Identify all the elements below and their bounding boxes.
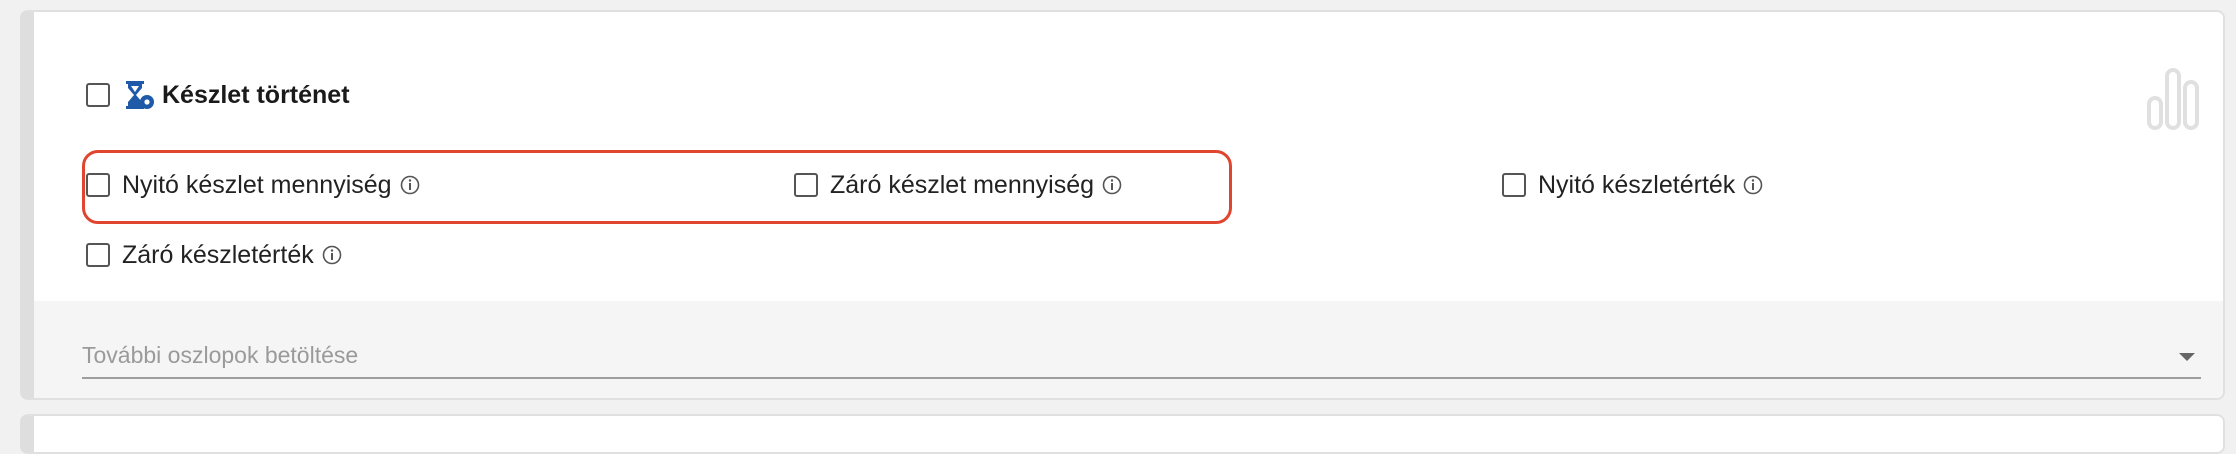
- info-icon[interactable]: [1743, 175, 1763, 195]
- opening-stock-quantity-checkbox[interactable]: [86, 173, 110, 197]
- opening-stock-value-checkbox[interactable]: [1502, 173, 1526, 197]
- info-icon[interactable]: [322, 245, 342, 265]
- load-columns-area: További oszlopok betöltése: [34, 301, 2223, 398]
- option-label: Nyitó készletérték: [1538, 170, 1736, 199]
- load-columns-placeholder: További oszlopok betöltése: [82, 341, 359, 368]
- section-header: Készlet történet: [86, 80, 350, 110]
- bar-chart-icon[interactable]: [2147, 64, 2201, 130]
- hourglass-gear-icon: [124, 80, 156, 110]
- dropdown-caret-icon[interactable]: [2179, 353, 2195, 361]
- info-icon[interactable]: [400, 175, 420, 195]
- option-opening-stock-quantity[interactable]: Nyitó készlet mennyiség: [86, 170, 420, 200]
- option-label: Záró készlet mennyiség: [830, 170, 1095, 199]
- closing-stock-value-checkbox[interactable]: [86, 243, 110, 267]
- option-label: Záró készletérték: [122, 240, 314, 269]
- option-label: Nyitó készlet mennyiség: [122, 170, 392, 199]
- closing-stock-quantity-checkbox[interactable]: [794, 173, 818, 197]
- section-title: Készlet történet: [162, 80, 350, 109]
- option-closing-stock-quantity[interactable]: Záró készlet mennyiség: [794, 170, 1122, 200]
- info-icon[interactable]: [1102, 175, 1122, 195]
- load-columns-select[interactable]: További oszlopok betöltése: [82, 337, 2201, 379]
- next-card: [20, 414, 2225, 454]
- option-closing-stock-value[interactable]: Záró készletérték: [86, 240, 342, 270]
- section-checkbox[interactable]: [86, 83, 110, 107]
- option-opening-stock-value[interactable]: Nyitó készletérték: [1502, 170, 1763, 200]
- stock-history-card: Készlet történet Nyitó készlet mennyiség…: [20, 10, 2225, 400]
